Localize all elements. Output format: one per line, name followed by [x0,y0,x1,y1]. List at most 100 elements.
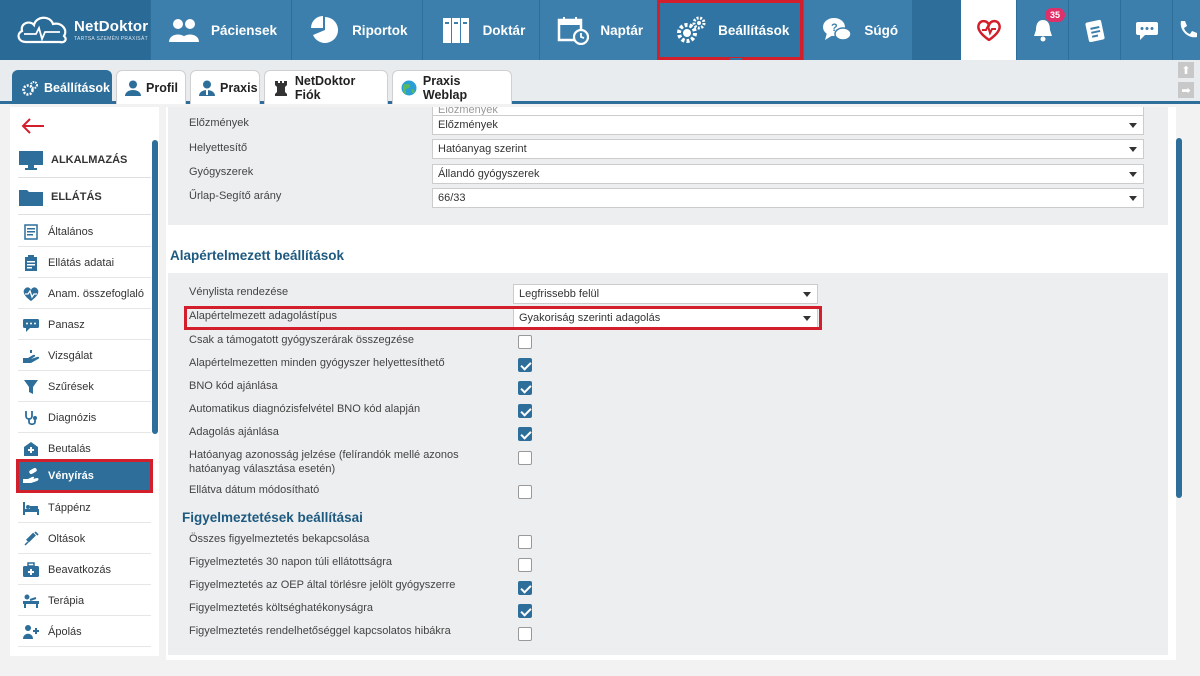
sidebar-item-general[interactable]: Általános [18,217,151,247]
main-nav: Páciensek Riportok Doktár Naptár Beállít… [150,0,913,60]
tab-profile[interactable]: Profil [116,70,186,104]
check-label: Összes figyelmeztetés bekapcsolása [189,533,370,545]
auto-diagnosis-checkbox[interactable] [518,404,532,418]
check-label: Figyelmeztetés 30 napon túli ellátottság… [189,556,393,568]
tab-netdoktor-account-label: NetDoktor Fiók [294,73,356,102]
patients-icon [167,13,201,47]
phone-button[interactable] [1172,0,1200,60]
substitute-label: Helyettesítő [189,142,248,154]
all-substitutable-checkbox[interactable] [518,358,532,372]
same-agent-checkbox[interactable] [518,451,532,465]
substitute-select[interactable]: Hatóanyag szerint [432,139,1144,159]
main-content: Előzmények Előzmények Előzmények Helyett… [166,107,1176,660]
sidebar-item-intervention[interactable]: Beavatkozás [18,555,151,585]
scroll-right-button[interactable]: ➡ [1178,82,1194,98]
sidebar-group-care[interactable]: ELLÁTÁS [18,180,151,215]
medicines-select-value: Állandó gyógyszerek [438,168,540,180]
tab-practice-website-label: Praxis Weblap [422,73,468,102]
check-label: Figyelmeztetés az OEP által törlésre jel… [189,579,456,591]
netdoktor-logo[interactable]: NetDoktor TARTSA SZEMÉN PRAXISÁT [0,0,150,60]
tasks-button[interactable] [1068,0,1120,60]
sidebar-item-referral[interactable]: Beutalás [18,434,151,464]
sidebar-item-anamnesis-summary[interactable]: Anam. összefoglaló [18,279,151,309]
sidebar-item-label: Beavatkozás [48,563,111,576]
calendar-icon [556,13,590,47]
right-toolbar: 35 [960,0,1200,60]
tab-practice-website[interactable]: Praxis Weblap [392,70,512,104]
tab-practice-label: Praxis [220,80,258,95]
all-warnings-checkbox[interactable] [518,535,532,549]
check-label: Adagolás ajánlása [189,426,279,438]
globe-icon [401,79,418,97]
nav-help[interactable]: ? Súgó [803,0,913,60]
nurse-icon [22,624,40,640]
hospital-icon [22,441,40,457]
sidebar-item-prescription[interactable]: Vényírás [16,459,153,493]
warning-oep-deleted-checkbox[interactable] [518,581,532,595]
check-label: Hatóanyag azonosság jelzése (felírandók … [189,449,459,461]
nav-patients-label: Páciensek [211,22,278,38]
tab-netdoktor-account[interactable]: NetDoktor Fiók [264,70,388,104]
sidebar-item-examination[interactable]: Vizsgálat [18,341,151,371]
warning-cost-effectiveness-checkbox[interactable] [518,604,532,618]
history-select-value: Előzmények [438,119,498,131]
check-label-continued: hatóanyag választása esetén) [189,463,336,475]
messages-button[interactable] [1120,0,1172,60]
sidebar-group-application[interactable]: ALKALMAZÁS [18,143,151,178]
sidebar-item-label: Terápia [48,594,85,607]
nav-reports[interactable]: Riportok [291,0,422,60]
nav-calendar[interactable]: Naptár [539,0,658,60]
sort-label: Vénylista rendezése [189,286,289,298]
sidebar-item-label: Vizsgálat [48,349,93,362]
supported-prices-checkbox[interactable] [518,335,532,349]
sidebar-item-diagnosis[interactable]: Diagnózis [18,403,151,433]
warning-orderability-checkbox[interactable] [518,627,532,641]
sidebar-item-sick-pay[interactable]: Táppénz [18,493,151,523]
sidebar-item-label: Táppénz [48,501,91,514]
scroll-up-button[interactable]: ⬆ [1178,62,1194,78]
sidebar-scrollbar[interactable] [152,140,158,434]
bno-suggestion-checkbox[interactable] [518,381,532,395]
phone-icon [1180,21,1197,38]
main-scrollbar[interactable] [1176,138,1182,498]
pie-chart-icon [308,13,342,47]
sidebar-item-label: Vényírás [48,469,94,482]
history-select[interactable]: Előzmények [432,115,1144,135]
nav-reports-label: Riportok [352,22,408,38]
syringe-icon [22,530,40,547]
nav-settings[interactable]: Beállítások [657,0,804,60]
settings-tabs: Beállítások Profil Praxis NetDoktor Fiók… [0,60,1200,104]
sidebar-item-screenings[interactable]: Szűrések [18,372,151,402]
cloud-heartbeat-icon [17,16,67,44]
arrow-up-icon: ⬆ [1181,64,1191,77]
sidebar-item-vaccinations[interactable]: Oltások [18,524,151,554]
back-arrow-icon[interactable] [20,117,46,135]
sidebar-item-label: Ápolás [48,625,82,638]
tab-settings-label: Beállítások [44,80,111,95]
clipboard-icon [1084,19,1105,42]
tab-profile-label: Profil [146,80,178,95]
warning-30-days-checkbox[interactable] [518,558,532,572]
caret-down-icon [1129,196,1137,201]
sidebar-item-complaint[interactable]: Panasz [18,310,151,340]
sidebar-item-label: Általános [48,225,94,238]
notifications-button[interactable]: 35 [1016,0,1068,60]
sidebar-item-care-data[interactable]: Ellátás adatai [18,248,151,278]
tab-settings[interactable]: Beállítások [12,70,112,104]
care-date-editable-checkbox[interactable] [518,485,532,499]
tab-practice[interactable]: Praxis [190,70,260,104]
sidebar-item-therapy[interactable]: Terápia [18,586,151,616]
sidebar-item-nursing[interactable]: Ápolás [18,617,151,647]
check-label: Alapértelmezetten minden gyógyszer helye… [189,357,445,369]
nav-patients[interactable]: Páciensek [150,0,292,60]
sort-select[interactable]: Legfrissebb felül [513,284,818,304]
arrow-right-icon: ➡ [1181,84,1191,97]
medicines-select[interactable]: Állandó gyógyszerek [432,164,1144,184]
brand-name: NetDoktor [74,18,149,35]
nav-archive[interactable]: Doktár [421,0,540,60]
sidebar-item-label: Panasz [48,318,85,331]
dosing-suggestion-checkbox[interactable] [518,427,532,441]
sidebar-item-label: Anam. összefoglaló [48,287,144,300]
health-heart-button[interactable] [960,0,1016,60]
form-helper-ratio-select[interactable]: 66/33 [432,188,1144,208]
